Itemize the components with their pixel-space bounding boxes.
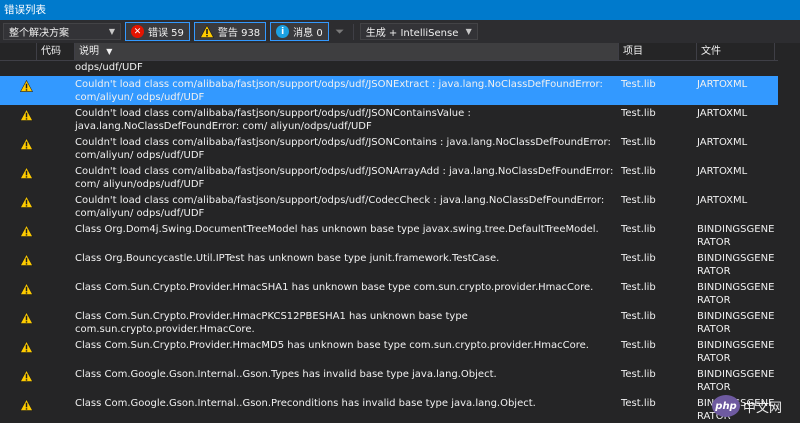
row-project: Test.lib — [621, 195, 656, 206]
list-row[interactable]: Couldn't load class com/alibaba/fastjson… — [0, 134, 800, 163]
list-row[interactable]: odps/udf/UDF — [0, 61, 800, 76]
warnings-label: 警告 938 — [217, 28, 261, 39]
list-header: 代码 说明 ▼ 项目 文件 行 — [0, 43, 800, 61]
build-source-dropdown[interactable]: 生成 + IntelliSense ▼ — [359, 23, 478, 40]
list-row[interactable]: Class Com.Google.Gson.Internal..Gson.Typ… — [0, 366, 800, 395]
row-file: JARTOXML — [697, 166, 748, 177]
list-row[interactable]: Couldn't load class com/alibaba/fastjson… — [0, 192, 800, 221]
row-file: BINDINGSGENE RATOR — [697, 253, 775, 277]
toolbar-separator — [352, 23, 354, 40]
row-description: Class Org.Dom4j.Swing.DocumentTreeModel … — [75, 224, 599, 235]
warning-icon — [20, 79, 33, 96]
row-description: Class Org.Bouncycastle.Util.IPTest has u… — [75, 253, 500, 264]
watermark-text: 中文网 — [743, 400, 783, 416]
warning-icon — [20, 253, 33, 270]
row-description: Couldn't load class com/alibaba/fastjson… — [75, 195, 605, 219]
error-icon: ✕ — [131, 25, 144, 38]
column-header-type[interactable] — [0, 43, 36, 60]
row-description: Couldn't load class com/alibaba/fastjson… — [75, 108, 471, 132]
errors-label: 错误 59 — [148, 28, 184, 39]
scope-value: 整个解决方案 — [9, 28, 69, 39]
warnings-filter-button[interactable]: 警告 938 — [193, 22, 267, 41]
row-description: Class Com.Google.Gson.Internal..Gson.Pre… — [75, 398, 536, 409]
row-project: Test.lib — [621, 398, 656, 409]
warning-icon — [20, 108, 33, 125]
row-project: Test.lib — [621, 253, 656, 264]
row-project: Test.lib — [621, 224, 656, 235]
toolbar: 整个解决方案 ▼ ✕ 错误 59 警告 938 i 消息 0 ⏷ 生成 + In… — [0, 20, 800, 43]
scope-dropdown[interactable]: 整个解决方案 ▼ — [3, 23, 121, 40]
error-list: odps/udf/UDF Couldn't load class com/alib… — [0, 61, 800, 423]
row-description: Class Com.Sun.Crypto.Provider.HmacSHA1 h… — [75, 282, 594, 293]
column-header-file[interactable]: 文件 — [696, 43, 774, 60]
row-description: Couldn't load class com/alibaba/fastjson… — [75, 137, 611, 161]
list-row[interactable]: Class Org.Dom4j.Swing.DocumentTreeModel … — [0, 221, 800, 250]
info-icon: i — [276, 25, 290, 38]
chevron-down-icon: ▼ — [108, 27, 115, 36]
warning-icon — [20, 195, 33, 212]
list-row[interactable]: Class Com.Sun.Crypto.Provider.HmacPKCS12… — [0, 308, 800, 337]
row-project: Test.lib — [621, 137, 656, 148]
warning-icon — [20, 282, 33, 299]
filter-icon[interactable]: ⏷ — [333, 25, 347, 39]
list-row[interactable]: Class Com.Sun.Crypto.Provider.HmacSHA1 h… — [0, 279, 800, 308]
column-header-code[interactable]: 代码 — [36, 43, 74, 60]
row-project: Test.lib — [621, 311, 656, 322]
column-header-description[interactable]: 说明 ▼ — [74, 43, 618, 60]
row-project: Test.lib — [621, 166, 656, 177]
php-logo: php — [712, 395, 740, 417]
row-file: JARTOXML — [697, 195, 748, 206]
row-file: JARTOXML — [697, 79, 748, 90]
warning-icon — [199, 25, 214, 38]
warning-icon — [20, 311, 33, 328]
row-description: Class Com.Google.Gson.Internal..Gson.Typ… — [75, 369, 497, 380]
build-source-value: 生成 + IntelliSense — [365, 28, 459, 39]
messages-label: 消息 0 — [293, 28, 323, 39]
row-project: Test.lib — [621, 340, 656, 351]
warning-icon — [20, 166, 33, 183]
window-title: 错误列表 — [0, 0, 800, 20]
row-description: Couldn't load class com/alibaba/fastjson… — [75, 79, 603, 103]
row-file: JARTOXML — [697, 108, 748, 119]
row-project: Test.lib — [621, 282, 656, 293]
row-file: BINDINGSGENE RATOR — [697, 224, 775, 248]
row-file: BINDINGSGENE RATOR — [697, 282, 775, 306]
warning-icon — [20, 398, 33, 415]
row-file: BINDINGSGENE RATOR — [697, 369, 775, 393]
row-file: BINDINGSGENE RATOR — [697, 340, 775, 364]
warning-icon — [20, 137, 33, 154]
warning-icon — [20, 369, 33, 386]
row-description: Class Com.Sun.Crypto.Provider.HmacMD5 ha… — [75, 340, 589, 351]
warning-icon — [20, 340, 33, 357]
column-header-project[interactable]: 项目 — [618, 43, 696, 60]
list-row[interactable]: Class Org.Bouncycastle.Util.IPTest has u… — [0, 250, 800, 279]
row-project: Test.lib — [621, 108, 656, 119]
list-row[interactable]: Couldn't load class com/alibaba/fastjson… — [0, 76, 800, 105]
watermark: php 中文网 — [712, 392, 796, 420]
errors-filter-button[interactable]: ✕ 错误 59 — [125, 22, 190, 41]
sort-descending-icon: ▼ — [106, 47, 113, 56]
row-description: Couldn't load class com/alibaba/fastjson… — [75, 166, 614, 190]
row-project: Test.lib — [621, 79, 656, 90]
messages-filter-button[interactable]: i 消息 0 — [270, 22, 329, 41]
list-row[interactable]: Class Com.Sun.Crypto.Provider.HmacMD5 ha… — [0, 337, 800, 366]
list-row[interactable]: Class Com.Google.Gson.Internal..Gson.Pre… — [0, 395, 800, 423]
row-file: BINDINGSGENE RATOR — [697, 311, 775, 335]
row-file: JARTOXML — [697, 137, 748, 148]
warning-icon — [20, 224, 33, 241]
vertical-scrollbar[interactable] — [778, 43, 800, 423]
row-description: odps/udf/UDF — [75, 62, 143, 73]
chevron-down-icon: ▼ — [465, 27, 472, 36]
list-row[interactable]: Couldn't load class com/alibaba/fastjson… — [0, 163, 800, 192]
row-description: Class Com.Sun.Crypto.Provider.HmacPKCS12… — [75, 311, 468, 335]
list-row[interactable]: Couldn't load class com/alibaba/fastjson… — [0, 105, 800, 134]
row-project: Test.lib — [621, 369, 656, 380]
